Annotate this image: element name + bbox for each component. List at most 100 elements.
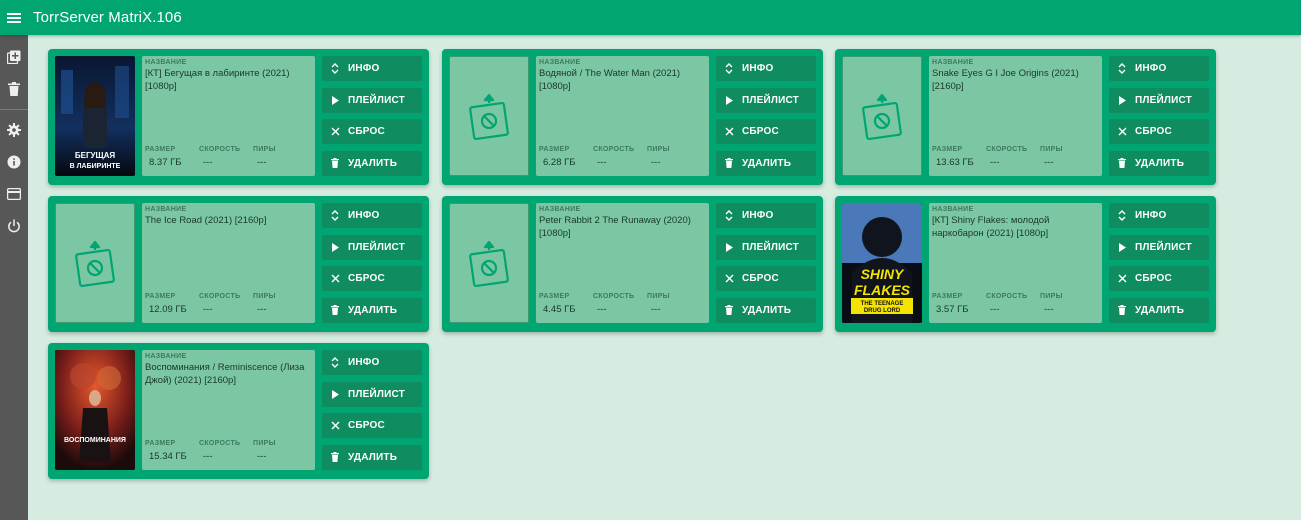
torrent-speed: --- [203,304,213,315]
delete-button-label: УДАЛИТЬ [1135,157,1185,169]
info-button[interactable]: ИНФО [1109,56,1209,81]
speed-label: СКОРОСТЬ [199,440,241,447]
svg-text:В ЛАБИРИНТЕ: В ЛАБИРИНТЕ [70,163,121,170]
size-label: РАЗМЕР [145,440,176,447]
settings-icon[interactable] [0,114,28,146]
torrent-card: НАЗВАНИЕ Водяной / The Water Man (2021) … [442,49,823,185]
delete-button[interactable]: УДАЛИТЬ [322,150,422,176]
image-placeholder-icon [862,93,902,141]
peers-label: ПИРЫ [647,293,670,300]
torrent-info: НАЗВАНИЕ Snake Eyes G I Joe Origins (202… [929,56,1102,176]
delete-button-label: УДАЛИТЬ [348,157,398,169]
info-button[interactable]: ИНФО [322,350,422,375]
torrent-speed: --- [990,304,1000,315]
info-button[interactable]: ИНФО [716,203,816,228]
reset-button[interactable]: СБРОС [322,119,422,144]
playlist-button-label: ПЛЕЙЛИСТ [348,94,405,106]
peers-label: ПИРЫ [253,293,276,300]
playlist-button[interactable]: ПЛЕЙЛИСТ [716,234,816,260]
torrent-size: 6.28 ГБ [543,157,576,168]
app-title: TorrServer MatriX.106 [33,9,182,26]
torrent-size: 15.34 ГБ [149,451,187,462]
delete-icon[interactable] [0,73,28,105]
info-button-label: ИНФО [742,210,774,221]
playlist-button[interactable]: ПЛЕЙЛИСТ [1109,87,1209,113]
delete-button[interactable]: УДАЛИТЬ [716,297,816,323]
name-label: НАЗВАНИЕ [145,59,187,66]
reset-button-label: СБРОС [742,126,779,137]
add-icon[interactable] [0,41,28,73]
sidebar-divider [0,109,28,110]
torrent-info: НАЗВАНИЕ Водяной / The Water Man (2021) … [536,56,709,176]
close-icon [322,127,348,136]
trash-icon [322,305,348,315]
reset-button[interactable]: СБРОС [1109,266,1209,291]
size-label: РАЗМЕР [932,293,963,300]
torrent-poster [842,56,922,176]
torrent-peers: --- [257,451,267,462]
play-icon [322,389,348,399]
unfold-icon [716,210,742,221]
torrent-poster: БЕГУЩАЯ В ЛАБИРИНТЕ [55,56,135,176]
reset-button[interactable]: СБРОС [716,119,816,144]
playlist-button-label: ПЛЕЙЛИСТ [742,241,799,253]
info-button[interactable]: ИНФО [716,56,816,81]
playlist-button-label: ПЛЕЙЛИСТ [348,241,405,253]
torrent-card: НАЗВАНИЕ Snake Eyes G I Joe Origins (202… [835,49,1216,185]
playlist-button[interactable]: ПЛЕЙЛИСТ [322,87,422,113]
peers-label: ПИРЫ [253,146,276,153]
info-button[interactable]: ИНФО [322,56,422,81]
reset-button-label: СБРОС [348,420,385,431]
delete-button[interactable]: УДАЛИТЬ [1109,297,1209,323]
reset-button-label: СБРОС [742,273,779,284]
info-icon[interactable] [0,146,28,178]
menu-icon[interactable] [0,0,28,35]
delete-button[interactable]: УДАЛИТЬ [1109,150,1209,176]
reset-button[interactable]: СБРОС [322,266,422,291]
reset-button[interactable]: СБРОС [716,266,816,291]
delete-button[interactable]: УДАЛИТЬ [716,150,816,176]
torrent-grid: БЕГУЩАЯ В ЛАБИРИНТЕ НАЗВАНИЕ [КТ] Бегуща… [35,35,1301,520]
reset-button[interactable]: СБРОС [1109,119,1209,144]
peers-label: ПИРЫ [253,440,276,447]
playlist-button-label: ПЛЕЙЛИСТ [742,94,799,106]
torrent-poster [55,203,135,323]
close-icon [1109,274,1135,283]
info-button[interactable]: ИНФО [322,203,422,228]
size-label: РАЗМЕР [932,146,963,153]
playlist-button[interactable]: ПЛЕЙЛИСТ [322,234,422,260]
trash-icon [716,305,742,315]
torrent-name: Snake Eyes G I Joe Origins (2021) [2160p… [932,68,1079,92]
poster-reminiscence: ВОСПОМИНАНИЯ [55,350,135,470]
speed-label: СКОРОСТЬ [593,146,635,153]
unfold-icon [1109,210,1135,221]
info-button[interactable]: ИНФО [1109,203,1209,228]
image-placeholder-icon [469,240,509,288]
speed-label: СКОРОСТЬ [593,293,635,300]
torrent-card: ВОСПОМИНАНИЯ НАЗВАНИЕ Воспоминания / Rem… [48,343,429,479]
playlist-button[interactable]: ПЛЕЙЛИСТ [716,87,816,113]
torrent-poster [449,203,529,323]
sidebar [0,35,28,520]
reset-button-label: СБРОС [348,273,385,284]
trash-icon [1109,158,1135,168]
playlist-button[interactable]: ПЛЕЙЛИСТ [1109,234,1209,260]
play-icon [1109,242,1135,252]
torrent-card: SHINY FLAKES THE TEENAGE DRUG LORD НАЗВА… [835,196,1216,332]
power-icon[interactable] [0,210,28,242]
torrent-speed: --- [203,451,213,462]
torrent-speed: --- [597,157,607,168]
unfold-icon [322,63,348,74]
speed-label: СКОРОСТЬ [199,293,241,300]
playlist-button[interactable]: ПЛЕЙЛИСТ [322,381,422,407]
playlist-button-label: ПЛЕЙЛИСТ [1135,94,1192,106]
peers-label: ПИРЫ [1040,293,1063,300]
reset-button[interactable]: СБРОС [322,413,422,438]
delete-button[interactable]: УДАЛИТЬ [322,297,422,323]
torrent-info: НАЗВАНИЕ The Ice Road (2021) [2160p] РАЗ… [142,203,315,323]
delete-button[interactable]: УДАЛИТЬ [322,444,422,470]
card-icon[interactable] [0,178,28,210]
unfold-icon [322,210,348,221]
speed-label: СКОРОСТЬ [986,293,1028,300]
svg-text:DRUG LORD: DRUG LORD [864,308,901,314]
